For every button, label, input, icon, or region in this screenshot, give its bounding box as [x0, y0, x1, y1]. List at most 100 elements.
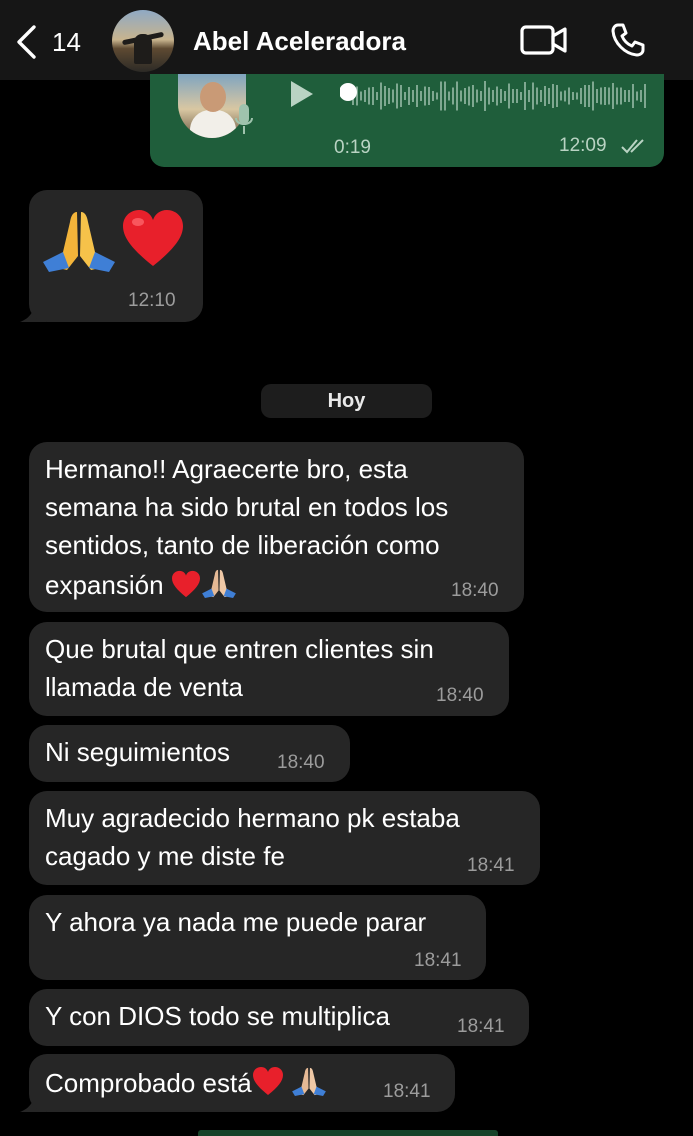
double-check-icon — [621, 139, 644, 154]
waveform-bar — [608, 87, 610, 105]
message-text-line: expansión — [45, 568, 237, 601]
waveform-bar — [484, 81, 486, 111]
date-separator: Hoy — [261, 384, 432, 418]
video-call-icon — [520, 25, 567, 55]
playhead-handle[interactable] — [340, 83, 357, 101]
message-timestamp: 18:40 — [451, 580, 499, 601]
red-heart-emoji — [171, 570, 200, 598]
waveform-bar — [588, 85, 590, 107]
waveform-bar — [460, 90, 462, 102]
waveform-bar — [412, 90, 414, 102]
folded-hands-emoji — [43, 212, 115, 272]
waveform-bar — [576, 92, 578, 100]
play-icon[interactable] — [285, 78, 317, 110]
waveform-bar — [488, 87, 490, 105]
voice-timestamp: 12:09 — [559, 135, 607, 156]
waveform-bar — [428, 87, 430, 105]
waveform-bar — [376, 92, 378, 100]
voice-call-button[interactable] — [602, 20, 654, 60]
waveform-bar — [624, 90, 626, 102]
message-text-line: semana ha sido brutal en todos los — [45, 492, 449, 522]
waveform-bar — [416, 85, 418, 107]
waveform-bar — [636, 91, 638, 101]
red-heart-emoji — [123, 210, 183, 266]
waveform-bar — [508, 83, 510, 109]
waveform-bar — [560, 91, 562, 101]
message-bubble[interactable]: Y con DIOS todo se multiplica 18:41 — [29, 989, 529, 1046]
waveform-bar — [424, 86, 426, 106]
waveform-bar — [372, 87, 374, 105]
message-text-line: llamada de venta — [45, 672, 244, 702]
message-timestamp: 18:41 — [457, 1016, 505, 1037]
message-timestamp: 18:40 — [277, 752, 325, 773]
waveform-bar — [400, 85, 402, 107]
message-timestamp: 18:41 — [383, 1081, 431, 1102]
waveform-bar — [408, 87, 410, 105]
waveform-bar — [612, 83, 614, 109]
waveform-bar — [520, 92, 522, 100]
emoji-message-bubble[interactable]: 12:10 — [29, 190, 203, 322]
waveform-bar — [496, 86, 498, 106]
waveform-bar — [580, 88, 582, 104]
waveform-bar — [368, 87, 370, 105]
waveform-bar — [584, 85, 586, 107]
message-bubble[interactable]: Que brutal que entren clientes sin llama… — [29, 622, 509, 716]
message-bubble[interactable]: Muy agradecido hermano pk estaba cagado … — [29, 791, 540, 885]
waveform-bar — [620, 87, 622, 105]
microphone-icon — [235, 104, 253, 134]
contact-avatar[interactable] — [112, 10, 174, 72]
message-bubble[interactable]: Y ahora ya nada me puede parar 18:41 — [29, 895, 486, 980]
waveform-bar — [564, 90, 566, 102]
waveform-bar — [448, 91, 450, 101]
voice-message-bubble[interactable]: 0:19 12:09 — [150, 74, 664, 167]
waveform-bar — [492, 90, 494, 102]
waveform-bar — [556, 85, 558, 107]
message-timestamp: 18:41 — [467, 855, 515, 876]
waveform-bar — [544, 86, 546, 106]
waveform-bar — [532, 82, 534, 110]
waveform-bar — [480, 91, 482, 101]
waveform-bar — [468, 86, 470, 106]
message-bubble[interactable]: Hermano!! Agraecerte bro, esta semana ha… — [29, 442, 524, 612]
waveform-bar — [472, 85, 474, 107]
waveform-bar — [456, 81, 458, 111]
message-text-line: Y ahora ya nada me puede parar — [45, 907, 427, 937]
waveform-bar — [380, 82, 382, 110]
waveform-bar — [640, 90, 642, 102]
waveform-bar — [364, 90, 366, 102]
message-bubble[interactable]: Ni seguimientos 18:40 — [29, 725, 350, 782]
waveform-bar — [536, 87, 538, 105]
next-outgoing-bubble-edge — [198, 1130, 498, 1136]
video-call-button[interactable] — [518, 20, 570, 60]
message-timestamp: 12:10 — [128, 290, 176, 311]
contact-name[interactable]: Abel Aceleradora — [193, 26, 406, 57]
waveform-bar — [524, 82, 526, 110]
red-heart-emoji — [252, 1067, 283, 1095]
message-bubble[interactable]: Comprobado está 18:41 — [29, 1054, 455, 1112]
voice-duration: 0:19 — [334, 137, 371, 158]
phone-icon — [611, 23, 645, 57]
waveform-bar — [464, 88, 466, 104]
waveform-bar — [516, 89, 518, 103]
waveform-bar — [600, 87, 602, 105]
audio-waveform[interactable] — [340, 78, 650, 114]
message-timestamp: 18:40 — [436, 685, 484, 706]
waveform-bar — [540, 90, 542, 102]
back-button[interactable]: 14 — [14, 22, 94, 62]
folded-hands-emoji — [292, 1067, 326, 1096]
unread-count: 14 — [52, 26, 81, 57]
waveform-bar — [572, 92, 574, 100]
waveform-bar — [360, 91, 362, 101]
waveform-bar — [628, 90, 630, 102]
waveform-bar — [392, 89, 394, 103]
waveform-bar — [644, 84, 646, 108]
message-timestamp: 18:41 — [414, 950, 462, 971]
message-text-line: Hermano!! Agraecerte bro, esta — [45, 454, 408, 484]
waveform-bar — [568, 87, 570, 105]
waveform-bar — [500, 89, 502, 103]
waveform-bar — [436, 92, 438, 100]
waveform-bar — [440, 81, 442, 111]
message-text-line: Ni seguimientos — [45, 737, 230, 767]
message-text-line: sentidos, tanto de liberación como — [45, 530, 440, 560]
waveform-bar — [632, 84, 634, 108]
